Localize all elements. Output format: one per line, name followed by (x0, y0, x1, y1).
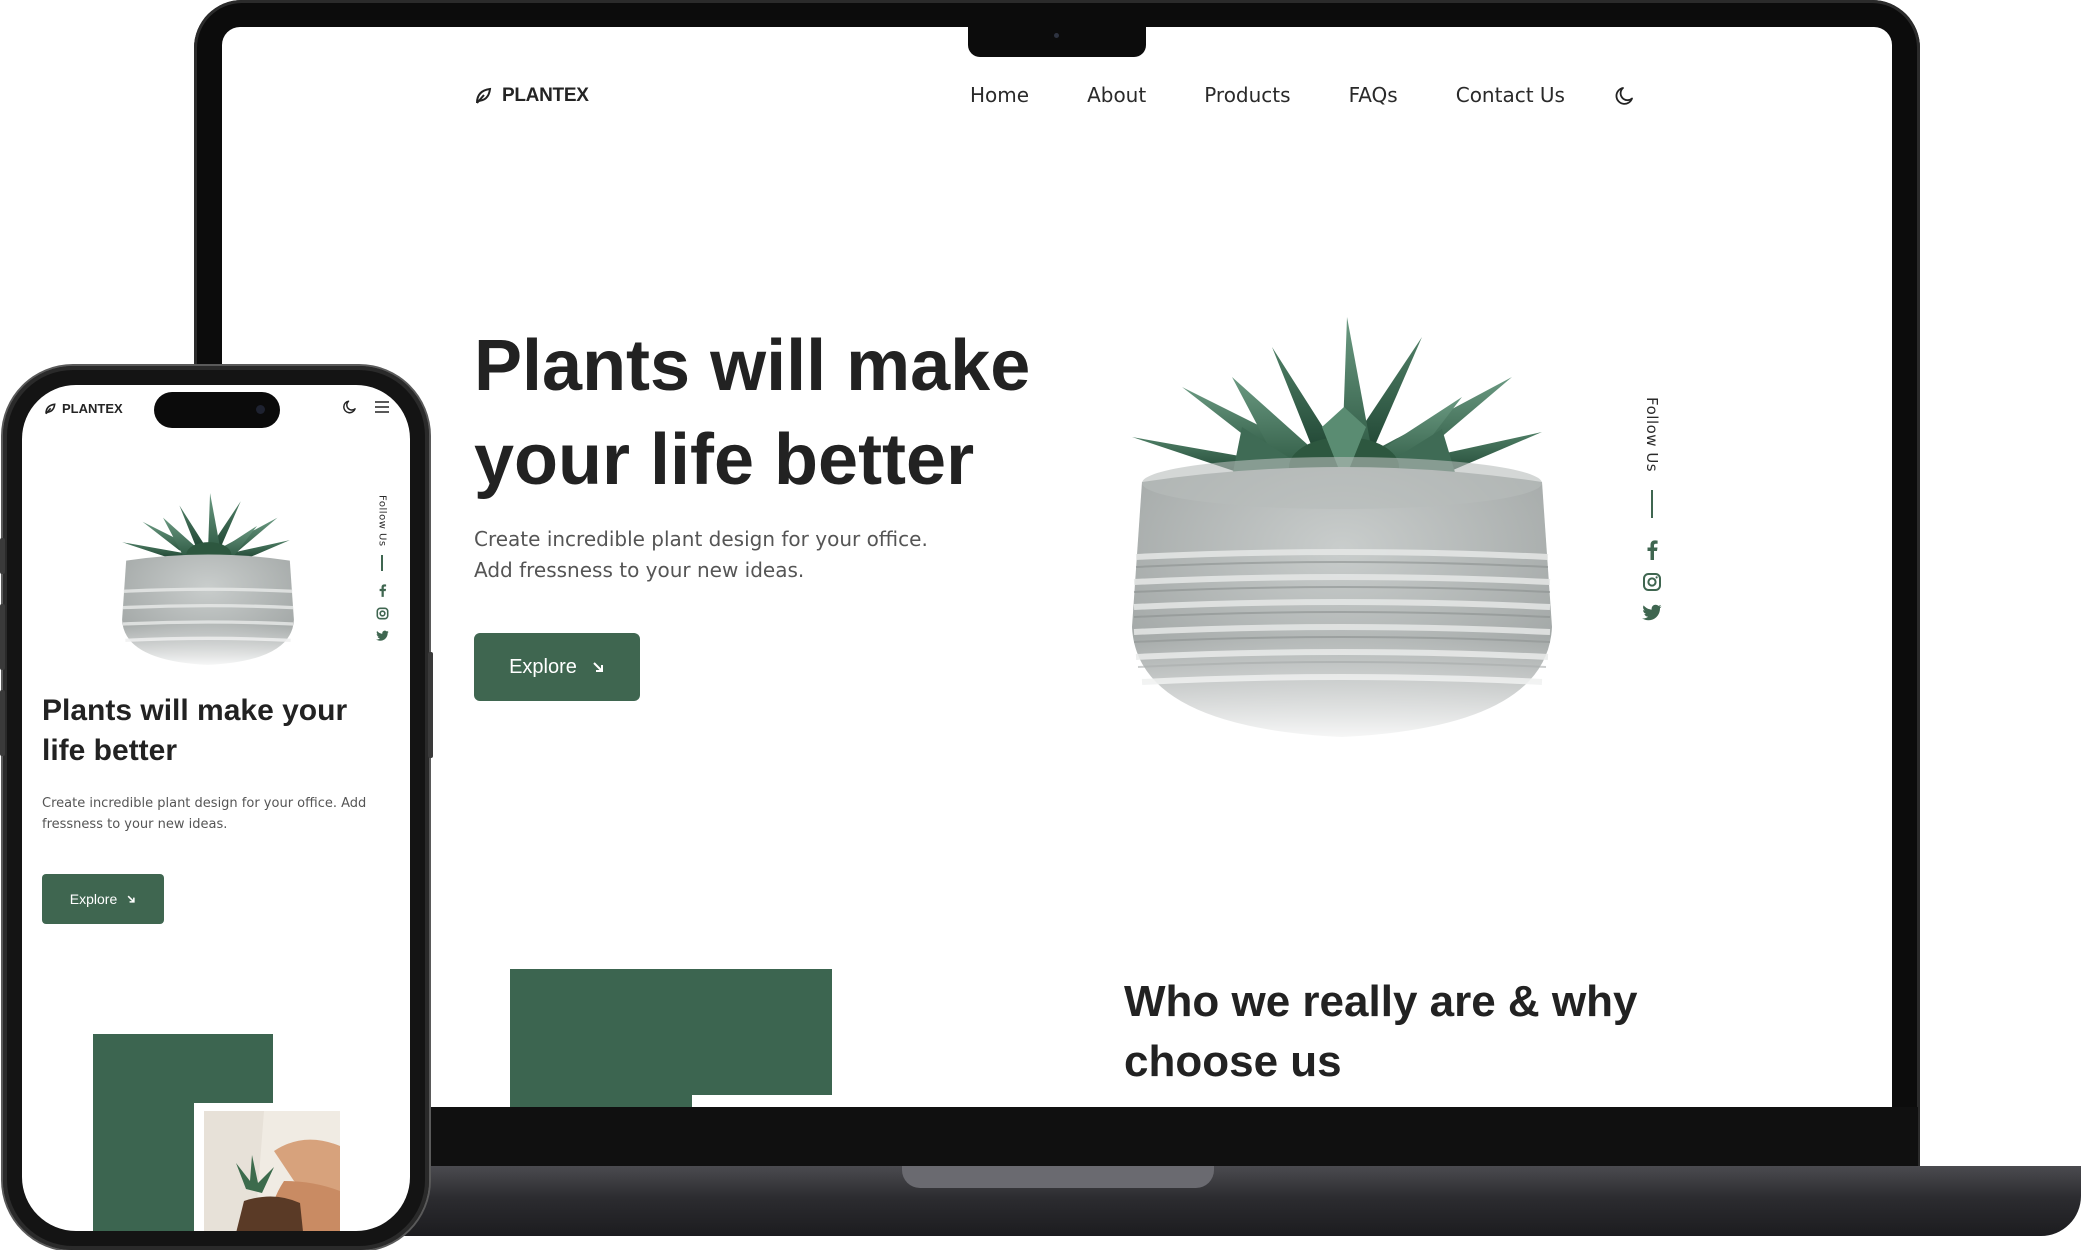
phone-explore-button-label: Explore (69, 891, 118, 907)
leaf-logo-icon (45, 402, 56, 414)
arrow-down-right-icon (593, 662, 603, 672)
instagram-icon[interactable] (1642, 572, 1662, 592)
phone-succulent-plant-image (118, 489, 298, 669)
brand-name: PLANTEX (502, 85, 589, 106)
nav-faqs[interactable]: FAQs (1349, 83, 1398, 107)
moon-icon[interactable] (1614, 85, 1636, 107)
hero-description: Create incredible plant design for your … (474, 524, 994, 586)
laptop-camera (1054, 33, 1059, 38)
follow-us-label: Follow Us (1643, 397, 1661, 473)
hero-description-line1: Create incredible plant design for your … (474, 527, 928, 551)
twitter-icon[interactable] (375, 630, 389, 642)
leaf-logo-icon (476, 87, 492, 104)
phone-follow-us-label: Follow Us (376, 495, 388, 547)
phone-brand-name: PLANTEX (62, 401, 123, 416)
about-section-title: Who we really are & why choose us (1124, 977, 1638, 1086)
phone-side-button (0, 538, 5, 574)
nav-home[interactable]: Home (970, 83, 1029, 107)
main-nav: Home About Products FAQs Contact Us (970, 83, 1565, 107)
menu-icon[interactable] (374, 399, 390, 415)
phone-screen: PLANTEX Follow Us Plants will make your … (22, 385, 410, 1231)
follow-us-bar: Follow Us (1638, 397, 1666, 628)
phone-hero-title: Plants will make your life better (42, 694, 348, 767)
nav-products[interactable]: Products (1204, 83, 1290, 107)
hero-title: Plants will make your life better (474, 326, 1031, 500)
nav-about[interactable]: About (1087, 83, 1146, 107)
laptop-base-notch (902, 1166, 1214, 1188)
laptop-notch (968, 27, 1146, 57)
phone-follow-us-bar: Follow Us (372, 495, 392, 647)
phone-volume-up-button (0, 604, 5, 670)
instagram-icon[interactable] (376, 607, 389, 620)
hands-planting-photo (204, 1111, 340, 1231)
nav-contact-us[interactable]: Contact Us (1456, 83, 1565, 107)
phone-camera (256, 405, 265, 414)
twitter-icon[interactable] (1642, 604, 1662, 622)
laptop-bezel-bottom (222, 1107, 1918, 1167)
about-image-block (510, 969, 832, 1107)
phone-follow-divider (381, 554, 383, 571)
hero-description-line2: Add fressness to your new ideas. (474, 558, 805, 582)
phone-brand-logo[interactable]: PLANTEX (44, 401, 123, 416)
explore-button[interactable]: Explore (474, 633, 640, 701)
facebook-icon[interactable] (1645, 540, 1659, 561)
laptop-screen: PLANTEX Home About Products FAQs Contact… (222, 27, 1892, 1107)
phone-volume-down-button (0, 690, 5, 756)
moon-icon[interactable] (342, 399, 358, 415)
phone-power-button (428, 652, 433, 758)
phone-hero-description: Create incredible plant design for your … (42, 796, 367, 832)
follow-divider (1651, 490, 1653, 519)
facebook-icon[interactable] (378, 583, 387, 597)
arrow-down-right-icon (127, 895, 135, 903)
explore-button-label: Explore (509, 655, 577, 678)
succulent-plant-image (1122, 307, 1562, 747)
phone-explore-button[interactable]: Explore (42, 874, 164, 924)
brand-logo[interactable]: PLANTEX (474, 85, 589, 107)
